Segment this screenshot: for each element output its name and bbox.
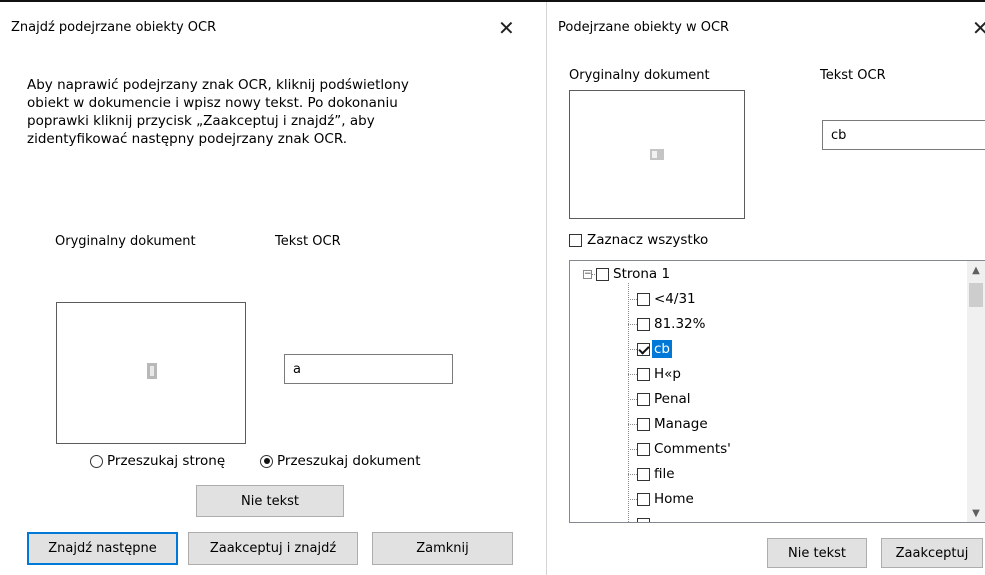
tree-item[interactable]: file — [637, 463, 677, 485]
checkbox-unchecked-icon — [637, 467, 650, 481]
tree-node-label: Strona 1 — [613, 266, 671, 282]
checkbox-unchecked-icon — [637, 317, 650, 331]
tree-item[interactable]: 81.32% — [637, 313, 707, 335]
tree-connector-line — [628, 324, 637, 325]
checkbox-unchecked-icon — [637, 517, 650, 522]
select-all-label: Zaznacz wszystko — [587, 232, 709, 248]
tree-item[interactable]: Home — [637, 488, 696, 510]
dialog-title: Podejrzane obiekty w OCR — [558, 20, 730, 35]
tree-item[interactable]: <4/31 — [637, 288, 698, 310]
tree-item-label: Home — [654, 491, 694, 507]
checkbox-unchecked-icon — [637, 442, 650, 456]
search-document-label: Przeszukaj dokument — [277, 453, 421, 469]
radio-unchecked-icon — [90, 454, 103, 468]
original-document-preview — [56, 302, 246, 444]
tree-connector-line — [628, 424, 637, 425]
tree-item-label: Penal — [654, 391, 691, 407]
collapse-icon[interactable]: − — [583, 270, 592, 279]
scroll-down-icon[interactable]: ▼ — [967, 504, 985, 522]
tree-node-page[interactable]: Strona 1 — [596, 263, 672, 285]
search-document-radio[interactable]: Przeszukaj dokument — [260, 453, 421, 469]
tree-item-partial — [637, 513, 650, 522]
tree-connector-line — [628, 349, 637, 350]
tree-item-label: Comments' — [654, 441, 731, 457]
not-text-button[interactable]: Nie tekst — [767, 538, 867, 568]
tree-connector-line — [628, 499, 637, 500]
scroll-up-icon[interactable]: ▲ — [967, 261, 985, 279]
ocr-text-input[interactable] — [284, 354, 453, 384]
tree-item-label: cb — [652, 340, 672, 358]
ocr-text-label: Tekst OCR — [275, 234, 341, 249]
glyph-thumbnail-icon — [650, 149, 664, 160]
ocr-text-label: Tekst OCR — [820, 68, 886, 83]
checkbox-unchecked-icon — [637, 292, 650, 306]
tree-item-label: <4/31 — [654, 291, 696, 307]
close-button[interactable]: Zamknij — [372, 532, 513, 565]
tree-connector-line — [628, 283, 629, 522]
search-page-label: Przeszukaj stronę — [107, 453, 226, 469]
dialog-title: Znajdź podejrzane obiekty OCR — [11, 20, 217, 35]
ocr-text-input[interactable] — [822, 120, 985, 150]
scrollbar-thumb[interactable] — [969, 283, 983, 307]
tree-connector-line — [628, 474, 637, 475]
checkbox-checked-icon — [637, 342, 650, 356]
tree-connector-line — [628, 399, 637, 400]
find-suspect-ocr-dialog: Znajdź podejrzane obiekty OCR ✕ Aby napr… — [0, 2, 530, 575]
accept-button[interactable]: Zaakceptuj — [881, 538, 983, 568]
checkbox-unchecked-icon — [637, 392, 650, 406]
tree-item-selected[interactable]: cb — [637, 338, 672, 360]
tree-item-label: 81.32% — [654, 316, 706, 332]
tree-item[interactable]: Penal — [637, 388, 693, 410]
original-document-label: Oryginalny dokument — [569, 68, 710, 83]
checkbox-unchecked-icon — [637, 417, 650, 431]
close-icon[interactable]: ✕ — [972, 18, 985, 38]
original-document-label: Oryginalny dokument — [55, 234, 196, 249]
vertical-scrollbar[interactable]: ▲ ▼ — [967, 261, 985, 522]
checkbox-unchecked-icon — [569, 233, 582, 247]
tree-connector-line — [628, 374, 637, 375]
find-next-button[interactable]: Znajdź następne — [27, 532, 178, 565]
instructions-text: Aby naprawić podejrzany znak OCR, klikni… — [27, 77, 409, 147]
tree-item-label: file — [654, 466, 675, 482]
tree-item[interactable]: Comments' — [637, 438, 733, 460]
tree-item-label: Manage — [654, 416, 708, 432]
tree-connector-line — [628, 449, 637, 450]
checkbox-unchecked-icon — [596, 267, 609, 281]
search-page-radio[interactable]: Przeszukaj stronę — [90, 453, 225, 469]
glyph-thumbnail-icon — [147, 363, 157, 379]
suspect-ocr-objects-dialog: Podejrzane obiekty w OCR ✕ Oryginalny do… — [546, 2, 985, 575]
select-all-checkbox[interactable]: Zaznacz wszystko — [569, 232, 708, 248]
ocr-objects-tree[interactable]: − Strona 1 <4/31 81.32% cb H«p Penal Man… — [569, 260, 985, 523]
close-icon[interactable]: ✕ — [498, 18, 515, 38]
tree-item[interactable]: H«p — [637, 363, 683, 385]
tree-connector-line — [628, 299, 637, 300]
not-text-button[interactable]: Nie tekst — [196, 485, 344, 517]
tree-item-label: H«p — [654, 366, 681, 382]
checkbox-unchecked-icon — [637, 492, 650, 506]
tree-item[interactable]: Manage — [637, 413, 710, 435]
checkbox-unchecked-icon — [637, 367, 650, 381]
original-document-preview — [569, 90, 745, 219]
accept-and-find-button[interactable]: Zaakceptuj i znajdź — [188, 532, 358, 565]
tree-content: − Strona 1 <4/31 81.32% cb H«p Penal Man… — [570, 261, 967, 522]
radio-checked-icon — [260, 454, 273, 468]
